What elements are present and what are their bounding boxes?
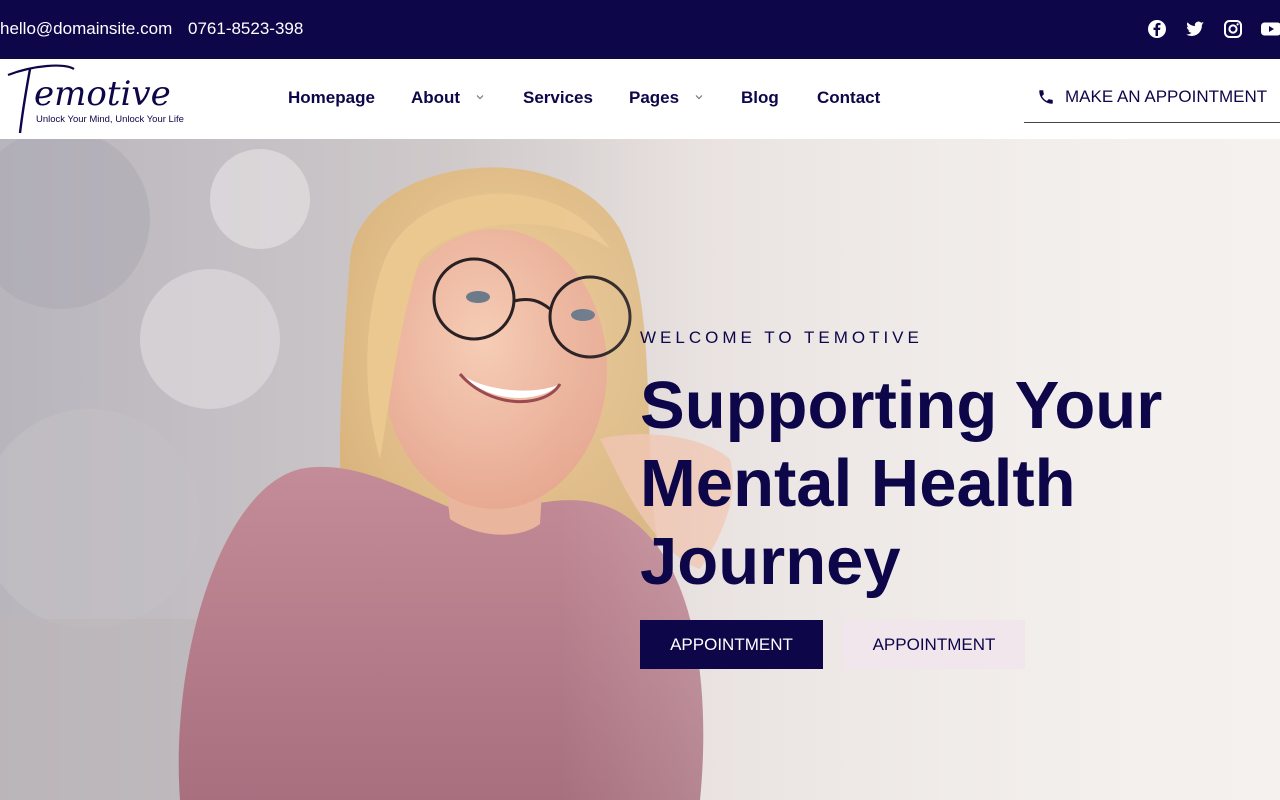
instagram-icon[interactable] (1223, 19, 1243, 39)
svg-text:emotive: emotive (34, 74, 171, 114)
contact-phone[interactable]: 0761-8523-398 (188, 19, 303, 39)
make-appointment-label: MAKE AN APPOINTMENT (1065, 87, 1268, 106)
facebook-icon[interactable] (1147, 19, 1167, 39)
nav-pages[interactable]: Pages (629, 88, 679, 108)
nav-contact[interactable]: Contact (817, 88, 880, 108)
nav-about[interactable]: About (411, 88, 460, 108)
nav-blog[interactable]: Blog (741, 88, 779, 108)
chevron-down-icon[interactable] (694, 92, 704, 102)
youtube-icon[interactable] (1261, 19, 1280, 39)
appointment-button-primary[interactable]: APPOINTMENT (640, 620, 823, 669)
contact-email[interactable]: hello@domainsite.com (0, 19, 172, 39)
chevron-down-icon[interactable] (475, 92, 485, 102)
top-bar: hello@domainsite.com 0761-8523-398 (0, 0, 1280, 59)
nav-homepage[interactable]: Homepage (288, 88, 375, 108)
main-navbar: emotive Unlock Your Mind, Unlock Your Li… (0, 59, 1280, 139)
hero-section: WELCOME TO TEMOTIVE Supporting Your Ment… (0, 139, 1280, 800)
hero-eyebrow: WELCOME TO TEMOTIVE (640, 328, 923, 347)
hero-headline: Supporting Your Mental Health Journey (640, 368, 1163, 599)
site-logo[interactable]: emotive Unlock Your Mind, Unlock Your Li… (4, 61, 190, 137)
nav-services[interactable]: Services (523, 88, 593, 108)
twitter-icon[interactable] (1185, 19, 1205, 39)
phone-icon (1037, 88, 1055, 106)
make-appointment-link[interactable]: MAKE AN APPOINTMENT (1024, 59, 1280, 123)
appointment-button-secondary[interactable]: APPOINTMENT (843, 620, 1025, 669)
svg-text:Unlock Your Mind, Unlock Your: Unlock Your Mind, Unlock Your Life (36, 114, 184, 125)
